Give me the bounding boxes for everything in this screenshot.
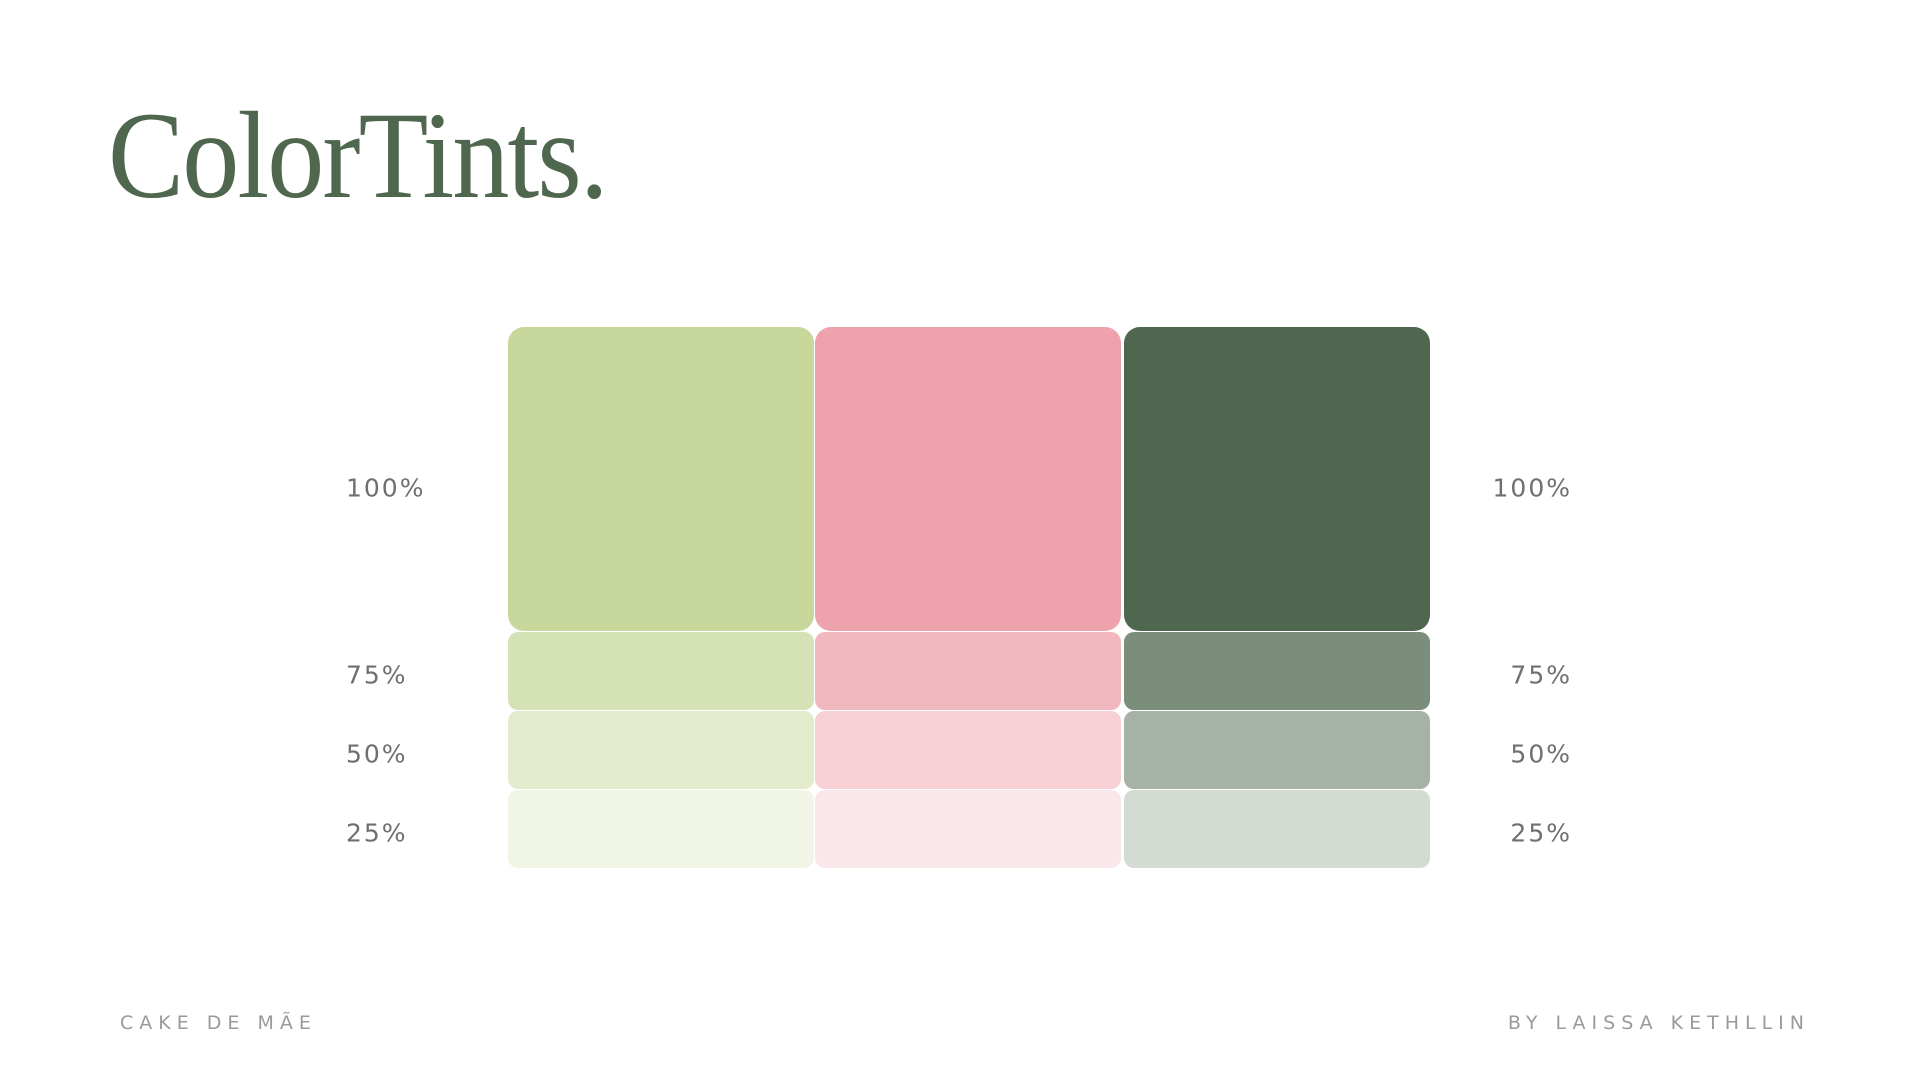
swatch-1-100pct	[508, 327, 814, 631]
swatch-2-75pct	[815, 632, 1121, 710]
swatch-3-25pct	[1124, 790, 1430, 868]
left-level-label: 100%	[346, 473, 426, 503]
swatch-1-75pct	[508, 632, 814, 710]
page-title: ColorTints.	[108, 87, 608, 224]
right-level-label: 100%	[1492, 473, 1572, 503]
right-level-label: 25%	[1510, 818, 1572, 848]
swatch-1-50pct	[508, 711, 814, 789]
swatch-3-50pct	[1124, 711, 1430, 789]
right-level-label: 50%	[1510, 739, 1572, 769]
left-level-label: 75%	[346, 660, 408, 690]
swatch-3-100pct	[1124, 327, 1430, 631]
swatch-3-75pct	[1124, 632, 1430, 710]
footer-author: BY LAISSA KETHLLIN	[1507, 1012, 1810, 1034]
footer-brand: CAKE DE MÃE	[120, 1012, 317, 1034]
left-level-label: 50%	[346, 739, 408, 769]
swatch-2-50pct	[815, 711, 1121, 789]
swatch-2-25pct	[815, 790, 1121, 868]
right-level-label: 75%	[1510, 660, 1572, 690]
left-level-label: 25%	[346, 818, 408, 848]
swatch-2-100pct	[815, 327, 1121, 631]
swatch-1-25pct	[508, 790, 814, 868]
